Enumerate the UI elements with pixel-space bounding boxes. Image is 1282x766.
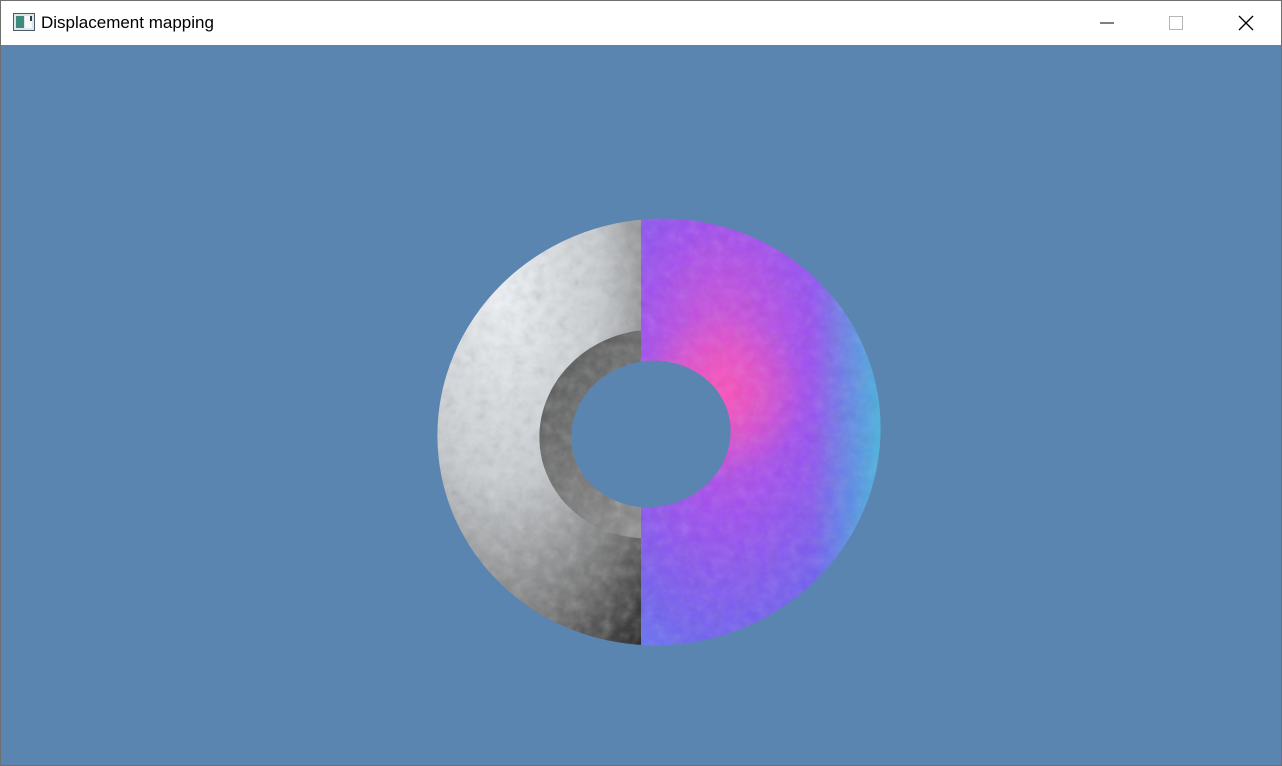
maximize-icon xyxy=(1169,16,1183,30)
maximize-button[interactable] xyxy=(1141,1,1211,45)
minimize-icon xyxy=(1100,22,1114,24)
app-window: Displacement mapping xyxy=(0,0,1282,766)
close-icon xyxy=(1238,15,1254,31)
application-window-icon xyxy=(13,13,35,31)
close-button[interactable] xyxy=(1211,1,1281,45)
render-viewport[interactable] xyxy=(1,45,1281,765)
title-bar[interactable]: Displacement mapping xyxy=(1,1,1281,45)
torus-render xyxy=(421,205,891,665)
torus-normal-map-half xyxy=(641,205,891,665)
window-title: Displacement mapping xyxy=(41,13,214,32)
minimize-button[interactable] xyxy=(1072,1,1142,45)
